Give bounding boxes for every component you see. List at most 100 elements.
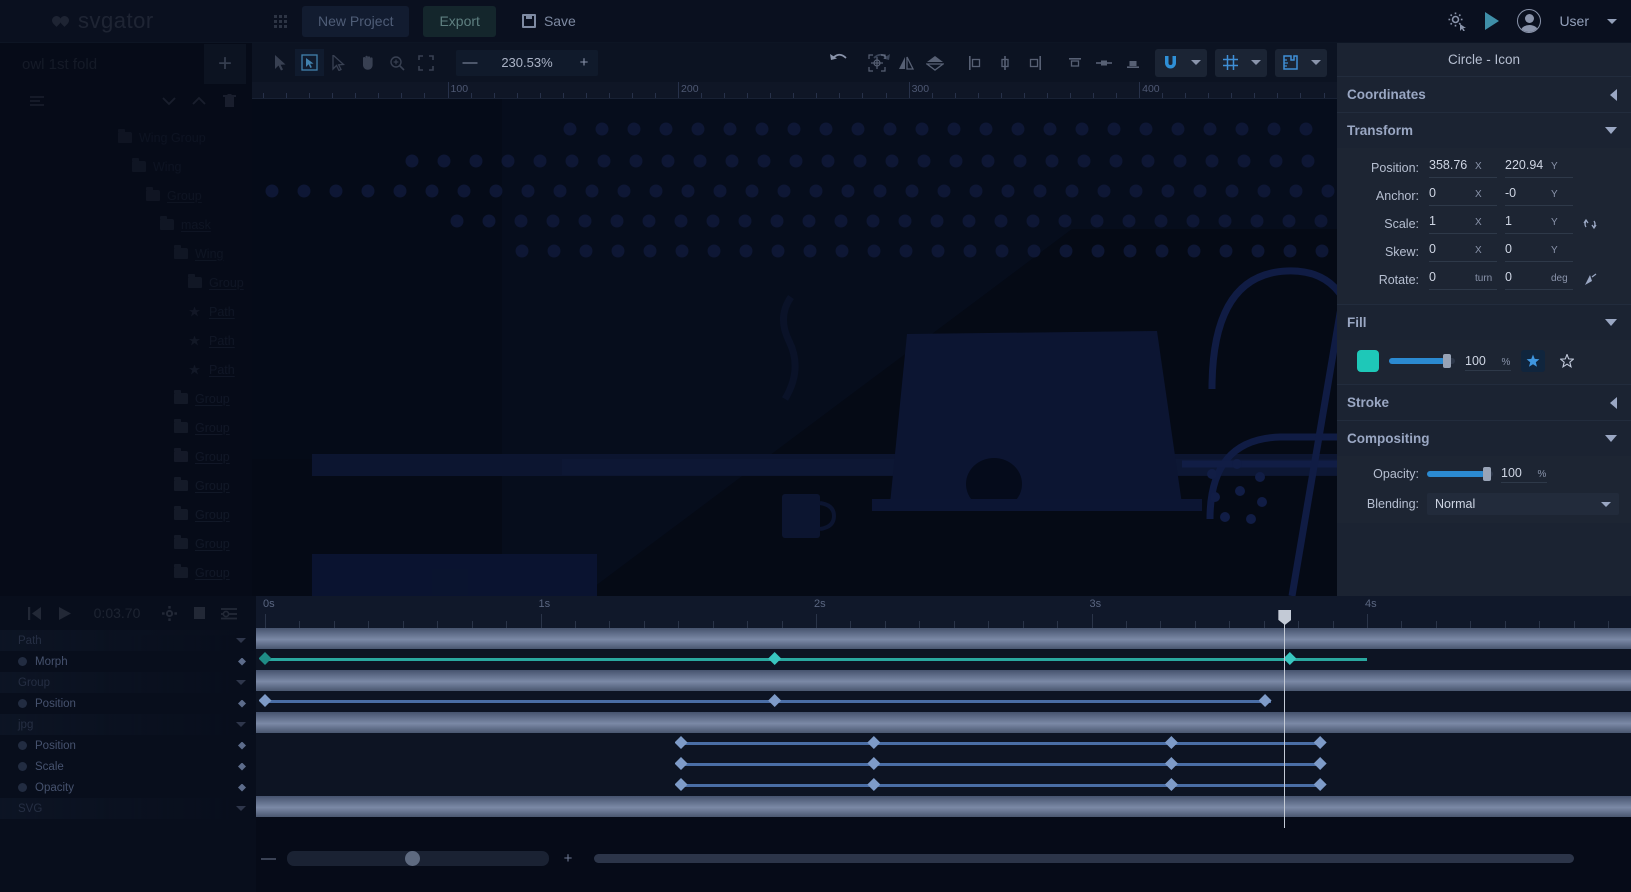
- align-center-horizontal-icon[interactable]: [990, 49, 1019, 76]
- track-toggle-dot[interactable]: [18, 783, 27, 792]
- track-property-row[interactable]: Position: [0, 693, 256, 714]
- opacity-field[interactable]: %: [1501, 464, 1547, 483]
- timeline-zoom-out-button[interactable]: —: [261, 850, 276, 867]
- select-tool-icon[interactable]: [266, 49, 295, 76]
- position-x-input[interactable]: [1429, 158, 1475, 172]
- skip-to-start-icon[interactable]: [20, 599, 50, 627]
- anchor-x-field[interactable]: X: [1429, 186, 1497, 206]
- layer-row[interactable]: Group: [0, 471, 252, 500]
- align-bottom-icon[interactable]: [1118, 49, 1147, 76]
- hand-pan-tool-icon[interactable]: [353, 49, 382, 76]
- layer-row[interactable]: Path: [0, 297, 252, 326]
- skew-x-input[interactable]: [1429, 242, 1475, 256]
- keyframe[interactable]: [1313, 778, 1327, 791]
- delete-layer-icon[interactable]: [214, 88, 244, 114]
- flip-horizontal-icon[interactable]: [891, 49, 920, 76]
- timeline-zoom-in-button[interactable]: +: [561, 850, 575, 867]
- add-keyframe-icon[interactable]: [236, 740, 248, 752]
- add-keyframe-icon[interactable]: [236, 656, 248, 668]
- anchor-y-field[interactable]: Y: [1505, 186, 1573, 206]
- add-keyframe-icon[interactable]: [236, 782, 248, 794]
- layer-row[interactable]: Group: [0, 268, 252, 297]
- add-layer-button[interactable]: +: [204, 44, 246, 84]
- track-toggle-dot[interactable]: [18, 741, 27, 750]
- transform-section-header[interactable]: Transform: [1337, 112, 1631, 148]
- rotate-deg-input[interactable]: [1505, 270, 1551, 284]
- layer-tree[interactable]: Wing Group Wing Group mask Wing Group Path Path…: [0, 117, 252, 587]
- opacity-slider[interactable]: [1427, 466, 1493, 481]
- position-y-field[interactable]: Y: [1505, 158, 1573, 178]
- track-property-row[interactable]: Opacity: [0, 777, 256, 798]
- node-select-tool-icon[interactable]: [295, 49, 324, 76]
- fill-opacity-input[interactable]: [1465, 353, 1497, 368]
- direct-select-tool-icon[interactable]: [324, 49, 353, 76]
- timeline-horizontal-scrollbar[interactable]: [594, 854, 1574, 863]
- new-project-button[interactable]: New Project: [302, 5, 410, 37]
- apps-grid-icon[interactable]: [274, 15, 288, 28]
- timeline-zoom-knob[interactable]: [405, 851, 420, 866]
- magnet-snap-icon[interactable]: [1155, 49, 1185, 77]
- rotate-turn-field[interactable]: turn: [1429, 270, 1497, 290]
- avatar[interactable]: [1517, 9, 1542, 33]
- layer-row[interactable]: Wing: [0, 239, 252, 268]
- timeline-zoom-slider[interactable]: [287, 851, 549, 866]
- keyframe[interactable]: [867, 778, 881, 791]
- coordinates-section-header[interactable]: Coordinates: [1337, 76, 1631, 112]
- rotate-turn-input[interactable]: [1429, 270, 1475, 284]
- track-group-row[interactable]: jpg: [0, 714, 256, 735]
- grid-icon[interactable]: [1215, 49, 1245, 77]
- chevron-down-icon[interactable]: [236, 806, 246, 811]
- anchor-x-input[interactable]: [1429, 186, 1475, 200]
- track-group-row[interactable]: SVG: [0, 798, 256, 819]
- keyframe[interactable]: [258, 694, 272, 707]
- layer-row[interactable]: Group: [0, 500, 252, 529]
- layer-row[interactable]: Group: [0, 181, 252, 210]
- link-scale-ratio-icon[interactable]: [1579, 214, 1601, 234]
- timeline-group-lane[interactable]: [256, 628, 1631, 649]
- timeline-settings-gear-icon[interactable]: [154, 599, 184, 627]
- track-group-row[interactable]: Path: [0, 630, 256, 651]
- transform-origin-icon[interactable]: [862, 49, 891, 76]
- track-property-row[interactable]: Scale: [0, 756, 256, 777]
- track-toggle-dot[interactable]: [18, 699, 27, 708]
- keyframe[interactable]: [674, 778, 688, 791]
- playhead[interactable]: [1278, 610, 1292, 828]
- layer-row[interactable]: Group: [0, 442, 252, 471]
- timeline-property-lane[interactable]: [256, 754, 1631, 775]
- chevron-down-icon[interactable]: [236, 638, 246, 643]
- flip-vertical-icon[interactable]: [920, 49, 949, 76]
- move-down-icon[interactable]: [154, 88, 184, 114]
- rotate-deg-field[interactable]: deg: [1505, 270, 1573, 290]
- timeline-group-lane[interactable]: [256, 796, 1631, 817]
- grid-options-chevron-down-icon[interactable]: [1245, 49, 1267, 77]
- keyframe[interactable]: [867, 757, 881, 770]
- fill-opacity-field[interactable]: %: [1465, 352, 1511, 371]
- zoom-level-value[interactable]: 230.53%: [484, 55, 570, 70]
- track-property-row[interactable]: Position: [0, 735, 256, 756]
- fill-outline-star-icon[interactable]: [1555, 350, 1579, 372]
- keyframe[interactable]: [674, 736, 688, 749]
- keyframe[interactable]: [1258, 694, 1272, 707]
- gear-settings-icon[interactable]: [1447, 11, 1467, 32]
- timeline-view-options-icon[interactable]: [214, 599, 244, 627]
- add-keyframe-icon[interactable]: [236, 698, 248, 710]
- zoom-in-button[interactable]: +: [570, 50, 598, 76]
- keyframe[interactable]: [1313, 757, 1327, 770]
- list-options-icon[interactable]: [22, 88, 52, 114]
- keyframe[interactable]: [768, 694, 782, 707]
- move-up-icon[interactable]: [184, 88, 214, 114]
- scale-x-input[interactable]: [1429, 214, 1475, 228]
- chevron-down-icon[interactable]: [236, 680, 246, 685]
- chevron-down-icon[interactable]: [236, 722, 246, 727]
- keyframe[interactable]: [258, 652, 272, 665]
- timeline-property-lane[interactable]: [256, 649, 1631, 670]
- track-label-rows[interactable]: Path Morph Group Position jpg Position Scale Op…: [0, 630, 256, 819]
- save-button[interactable]: Save: [521, 13, 576, 29]
- canvas-horizontal-ruler[interactable]: 100 200 300 400: [252, 82, 1337, 99]
- layer-row[interactable]: Group: [0, 558, 252, 587]
- position-y-input[interactable]: [1505, 158, 1551, 172]
- play-icon[interactable]: [50, 599, 80, 627]
- scale-y-field[interactable]: Y: [1505, 214, 1573, 234]
- chevron-down-icon[interactable]: [1607, 18, 1617, 24]
- fill-section-header[interactable]: Fill: [1337, 304, 1631, 340]
